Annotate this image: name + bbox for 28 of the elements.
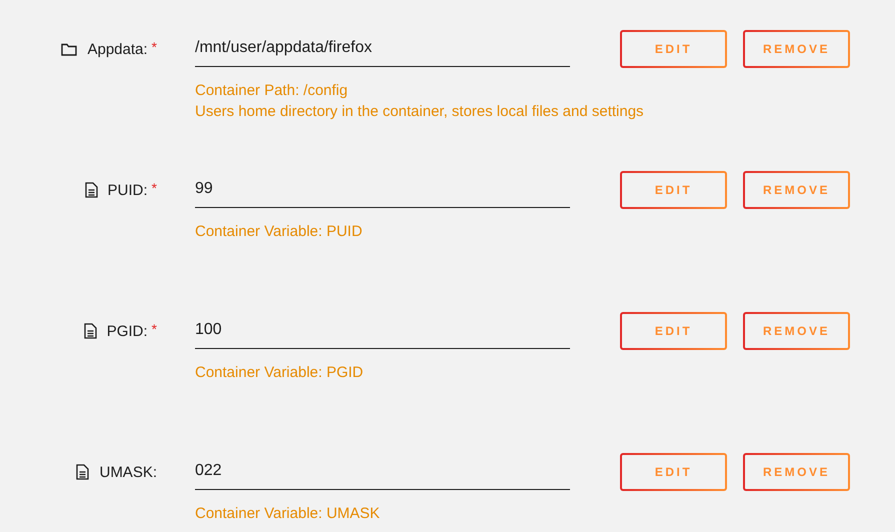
field-description: Container Variable: PGID <box>195 363 364 383</box>
remove-button[interactable]: REMOVE <box>743 171 850 209</box>
input-field[interactable]: 100 <box>195 312 570 349</box>
folder-icon <box>61 42 78 56</box>
field-description: Container Variable: PUID <box>195 222 362 242</box>
file-icon <box>84 182 98 198</box>
remove-button[interactable]: REMOVE <box>743 312 850 350</box>
input-field[interactable]: 99 <box>195 171 570 208</box>
field-description: Users home directory in the container, stores local files and settings <box>195 102 644 122</box>
input-field[interactable]: 022 <box>195 453 570 490</box>
file-icon <box>84 323 97 339</box>
field-label: UMASK: <box>99 464 157 480</box>
required-mark: * <box>152 39 157 55</box>
required-mark: * <box>152 321 157 337</box>
field-label: PUID: <box>108 182 148 198</box>
field-description: Container Variable: UMASK <box>195 504 380 524</box>
field-label: PGID: <box>106 322 148 340</box>
field-label: Appdata: <box>87 40 148 58</box>
required-mark: * <box>152 180 157 196</box>
remove-button[interactable]: REMOVE <box>743 30 850 68</box>
field-description: Container Path: /config <box>195 81 348 101</box>
input-field[interactable]: /mnt/user/appdata/firefox <box>195 30 570 67</box>
edit-button[interactable]: EDIT <box>620 312 727 350</box>
file-icon <box>76 464 90 480</box>
edit-button[interactable]: EDIT <box>620 30 727 68</box>
edit-button[interactable]: EDIT <box>620 453 727 491</box>
edit-button[interactable]: EDIT <box>620 171 727 209</box>
remove-button[interactable]: REMOVE <box>743 453 850 491</box>
